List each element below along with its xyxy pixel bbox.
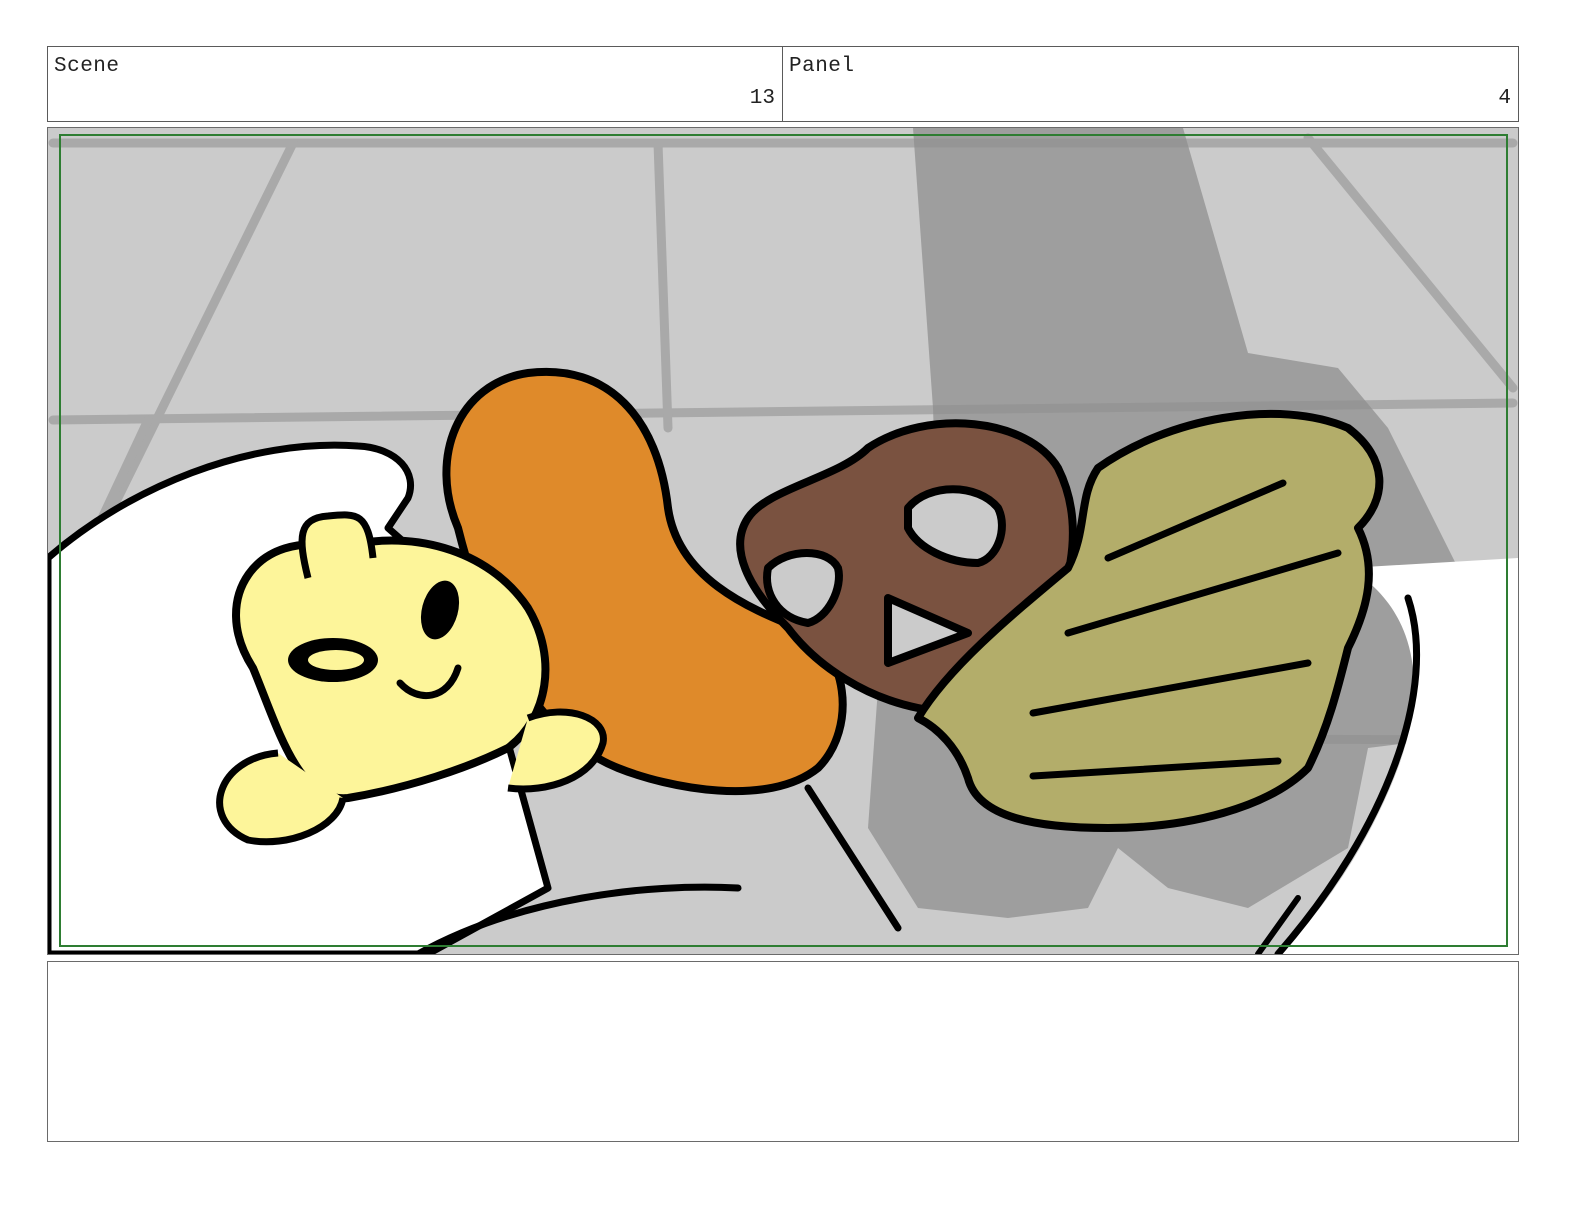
storyboard-frame [47,127,1519,955]
storyboard-header: Scene 13 Panel 4 [47,46,1519,122]
storyboard-drawing [48,128,1518,954]
panel-cell: Panel 4 [783,47,1518,121]
panel-label: Panel [789,55,855,78]
scene-label: Scene [54,55,120,78]
notes-box[interactable] [47,961,1519,1142]
scene-cell: Scene 13 [48,47,783,121]
scene-number: 13 [749,87,775,110]
panel-number: 4 [1498,87,1511,110]
